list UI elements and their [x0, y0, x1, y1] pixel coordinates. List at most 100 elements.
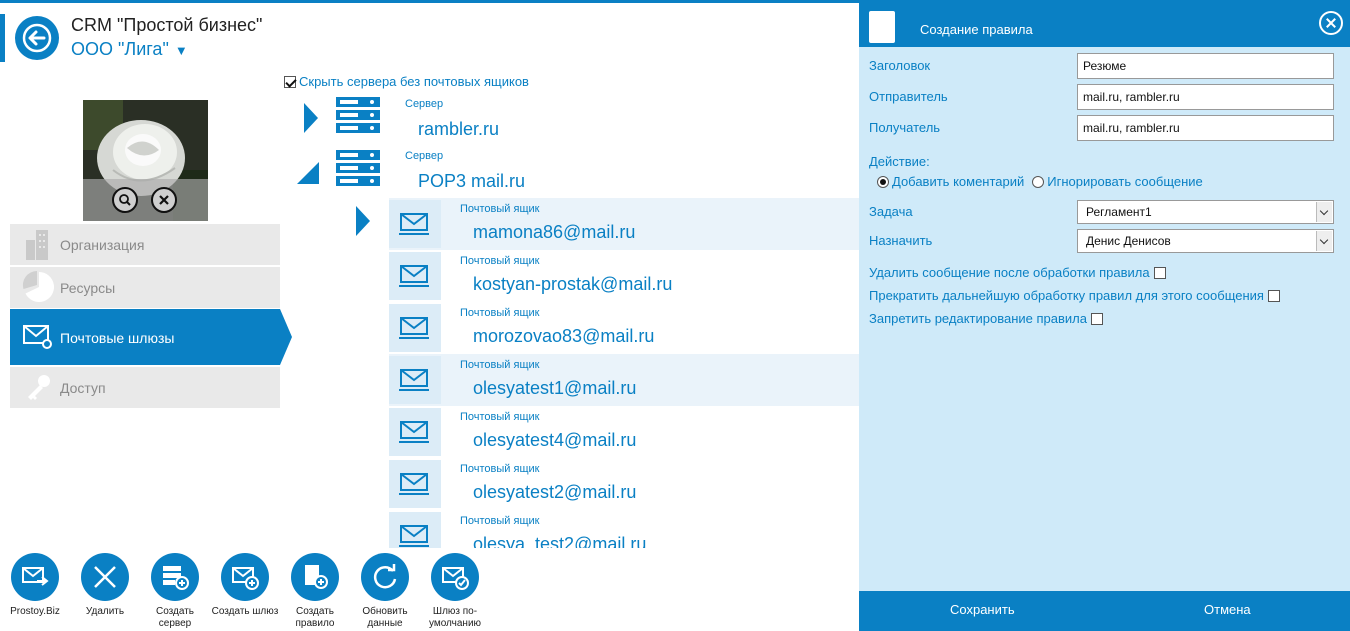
server-name[interactable]: POP3 mail.ru — [418, 171, 525, 192]
document-icon — [869, 11, 895, 43]
add-server-icon — [151, 553, 199, 601]
stop-processing-option: Прекратить дальнейшую обработку правил д… — [869, 288, 1280, 303]
list-item[interactable]: Почтовый ящик mamona86@mail.ru — [389, 198, 859, 250]
mailbox-icon — [389, 408, 441, 456]
mailbox-icon — [389, 512, 441, 548]
assign-label: Назначить — [869, 233, 933, 248]
mailbox-caption: Почтовый ящик — [460, 359, 540, 371]
assign-select[interactable]: Денис Денисов — [1077, 229, 1334, 253]
checkbox[interactable] — [284, 75, 296, 88]
delete-after-checkbox[interactable] — [1153, 266, 1166, 279]
forbid-edit-label: Запретить редактирование правила — [869, 311, 1087, 326]
delete-icon — [81, 553, 129, 601]
radio-add-comment[interactable] — [877, 175, 889, 188]
title-label: Заголовок — [869, 58, 931, 73]
close-panel-button[interactable] — [1319, 11, 1343, 35]
forbid-edit-checkbox[interactable] — [1090, 312, 1103, 325]
mailbox-icon — [389, 252, 441, 300]
list-item[interactable]: Почтовый ящик olesyatest1@mail.ru — [389, 354, 859, 406]
org-selector[interactable]: ООО "Лига" ▼ — [71, 39, 188, 60]
mail-gateway-icon — [11, 553, 59, 601]
hide-empty-servers-toggle[interactable]: Скрыть сервера без почтовых ящиков — [284, 74, 529, 89]
expand-mailbox-arrow[interactable] — [356, 206, 370, 236]
server-icon — [336, 150, 380, 186]
mailbox-icon — [389, 460, 441, 508]
default-gateway-button[interactable]: Шлюз по-умолчанию — [420, 550, 490, 630]
create-rule-button[interactable]: Создать правило — [280, 550, 350, 630]
back-button[interactable] — [15, 16, 59, 60]
expand-server-arrow[interactable] — [304, 103, 318, 133]
collapse-server-arrow[interactable] — [297, 162, 319, 184]
list-item[interactable]: Почтовый ящик olesya_test2@mail.ru — [389, 510, 859, 548]
sender-label: Отправитель — [869, 89, 948, 104]
nav-label: Доступ — [60, 380, 106, 396]
zoom-photo-button[interactable] — [112, 187, 138, 213]
mailbox-icon — [389, 304, 441, 352]
stop-processing-checkbox[interactable] — [1267, 289, 1280, 302]
task-select[interactable]: Регламент1 — [1077, 200, 1334, 224]
list-item[interactable]: Почтовый ящик olesyatest2@mail.ru — [389, 458, 859, 510]
default-gateway-icon — [431, 553, 479, 601]
mailbox-list[interactable]: Почтовый ящик mamona86@mail.ru Почтовый … — [389, 198, 859, 548]
mailbox-address: olesya_test2@mail.ru — [473, 534, 647, 548]
recipient-field[interactable] — [1077, 115, 1334, 141]
refresh-icon — [361, 553, 409, 601]
nav-item-resources[interactable]: Ресурсы — [10, 267, 280, 308]
mailbox-caption: Почтовый ящик — [460, 307, 540, 319]
organization-photo — [83, 100, 208, 221]
pie-chart-icon — [22, 270, 55, 302]
mailbox-address: kostyan-prostak@mail.ru — [473, 274, 673, 294]
prostoy-biz-button[interactable]: Prostoy.Biz — [0, 550, 70, 618]
list-item[interactable]: Почтовый ящик kostyan-prostak@mail.ru — [389, 250, 859, 302]
action-label: Удалить — [85, 606, 125, 617]
task-value: Регламент1 — [1086, 205, 1152, 219]
action-label: Создать шлюз — [211, 606, 279, 617]
add-gateway-icon — [221, 553, 269, 601]
save-button[interactable]: Сохранить — [950, 602, 1015, 617]
mailbox-caption: Почтовый ящик — [460, 203, 540, 215]
sender-field[interactable] — [1077, 84, 1334, 110]
add-comment-label: Добавить коментарий — [892, 174, 1025, 189]
mailbox-address: olesyatest1@mail.ru — [473, 378, 637, 398]
action-label: Prostoy.Biz — [10, 606, 60, 617]
list-item[interactable]: Почтовый ящик olesyatest4@mail.ru — [389, 406, 859, 458]
cancel-button[interactable]: Отмена — [1204, 602, 1251, 617]
nav-active-pointer — [280, 309, 292, 365]
delete-after-label: Удалить сообщение после обработки правил… — [869, 265, 1150, 280]
nav-label: Организация — [60, 237, 145, 253]
photo-overlay — [83, 179, 208, 221]
panel-title: Создание правила — [920, 22, 1033, 37]
server-name[interactable]: rambler.ru — [418, 119, 499, 140]
mailbox-icon — [389, 200, 441, 248]
mail-settings-icon — [23, 325, 52, 349]
delete-after-option: Удалить сообщение после обработки правил… — [869, 265, 1166, 280]
server-caption: Сервер — [405, 98, 444, 110]
action-toolbar: Prostoy.Biz Удалить Создать сервер Созда… — [0, 550, 860, 631]
left-accent-bar — [0, 14, 5, 62]
create-gateway-button[interactable]: Создать шлюз — [210, 550, 280, 618]
rule-creation-panel: Создание правила Заголовок Отправитель П… — [859, 3, 1350, 631]
mailbox-icon — [389, 356, 441, 404]
radio-ignore[interactable] — [1032, 175, 1045, 188]
remove-photo-button[interactable] — [151, 187, 177, 213]
nav-item-organization[interactable]: Организация — [10, 224, 280, 265]
list-item[interactable]: Почтовый ящик morozovao83@mail.ru — [389, 302, 859, 354]
forbid-edit-option: Запретить редактирование правила — [869, 311, 1103, 326]
action-radio-group: Добавить коментарий Игнорировать сообщен… — [877, 174, 1203, 189]
assign-value: Денис Денисов — [1086, 234, 1171, 248]
create-server-button[interactable]: Создать сервер — [140, 550, 210, 630]
nav-item-mail-gateways[interactable]: Почтовые шлюзы — [10, 309, 280, 365]
key-icon — [28, 375, 50, 400]
delete-button[interactable]: Удалить — [70, 550, 140, 618]
magnifier-icon — [119, 194, 131, 206]
mailbox-caption: Почтовый ящик — [460, 411, 540, 423]
chevron-down-icon — [1316, 231, 1332, 251]
mailbox-caption: Почтовый ящик — [460, 255, 540, 267]
nav-item-access[interactable]: Доступ — [10, 367, 280, 408]
caret-down-icon: ▼ — [174, 43, 188, 58]
nav-label: Почтовые шлюзы — [60, 330, 175, 346]
app-title: CRM "Простой бизнес" — [71, 15, 263, 35]
title-field[interactable] — [1077, 53, 1334, 79]
refresh-button[interactable]: Обновить данные — [350, 550, 420, 630]
server-caption: Сервер — [405, 150, 444, 162]
